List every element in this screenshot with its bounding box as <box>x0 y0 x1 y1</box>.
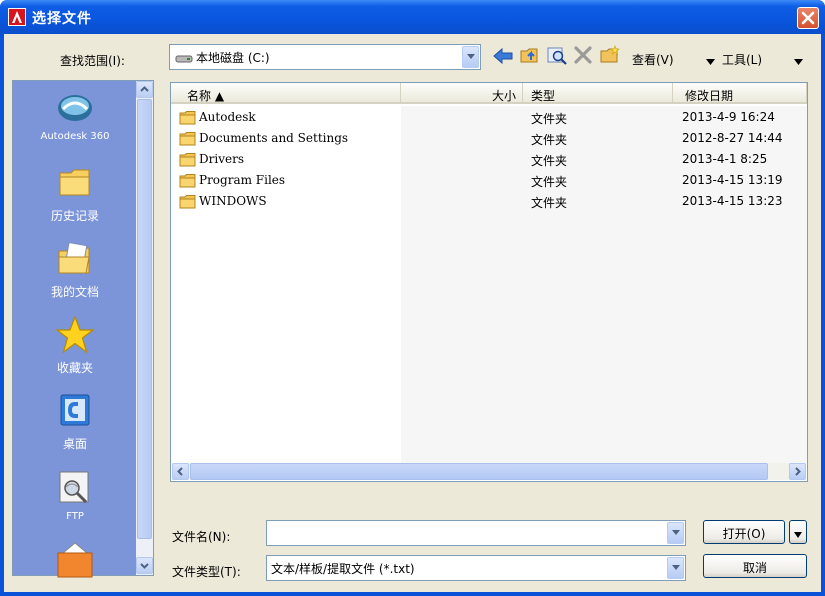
table-row[interactable]: Autodesk 文件夹 2013-4-9 16:24 <box>171 107 807 128</box>
desktop-icon <box>55 391 95 431</box>
place-label: 历史记录 <box>50 209 99 223</box>
place-label: FTP <box>66 511 84 522</box>
folder-icon <box>179 111 197 125</box>
place-ftp[interactable]: FTP <box>13 467 137 522</box>
places-scrollbar[interactable] <box>136 81 153 575</box>
file-modified: 2013-4-15 13:19 <box>682 173 783 187</box>
file-type: 文件夹 <box>531 196 568 210</box>
scroll-left-button[interactable] <box>172 463 189 480</box>
place-desktop[interactable]: 桌面 <box>13 391 137 452</box>
place-label: Autodesk 360 <box>40 131 110 142</box>
scroll-up-button[interactable] <box>136 81 153 98</box>
up-folder-icon[interactable] <box>519 45 541 68</box>
place-label: 我的文档 <box>50 285 99 299</box>
file-name: Documents and Settings <box>199 131 349 145</box>
folder-icon <box>179 195 197 209</box>
lookin-label: 查找范围(I): <box>60 54 125 68</box>
filename-dropdown-arrow[interactable] <box>667 522 684 544</box>
scroll-right-button[interactable] <box>789 463 806 480</box>
file-dialog-window: 选择文件 查找范围(I): 本地磁盘 (C:) 查看(V) 工具(L) Auto… <box>0 0 825 596</box>
filename-combo[interactable] <box>266 520 686 546</box>
cancel-button[interactable]: 取消 <box>703 554 807 578</box>
title-bar[interactable]: 选择文件 <box>0 0 825 34</box>
file-modified: 2013-4-1 8:25 <box>682 152 768 166</box>
place-buzzsaw[interactable] <box>13 539 137 579</box>
filename-label: 文件名(N): <box>172 530 231 544</box>
file-modified: 2012-8-27 14:44 <box>682 131 783 145</box>
chevron-down-icon <box>794 532 802 538</box>
hscroll-thumb[interactable] <box>190 463 768 480</box>
file-name: Autodesk <box>199 110 256 124</box>
file-type: 文件夹 <box>531 175 568 189</box>
folder-icon <box>55 539 95 579</box>
filetype-label: 文件类型(T): <box>172 565 241 579</box>
dialog-client-area: 查找范围(I): 本地磁盘 (C:) 查看(V) 工具(L) Autodesk … <box>4 34 821 592</box>
place-history[interactable]: 历史记录 <box>13 163 137 224</box>
file-type: 文件夹 <box>531 154 568 168</box>
filetype-value: 文本/样板/提取文件 (*.txt) <box>271 562 415 576</box>
place-label: 收藏夹 <box>56 361 93 375</box>
close-button[interactable] <box>797 7 819 29</box>
star-icon <box>55 315 95 355</box>
folder-icon <box>179 174 197 188</box>
place-autodesk-360[interactable]: Autodesk 360 <box>13 87 137 142</box>
ftp-icon <box>55 467 95 507</box>
lookin-combo[interactable]: 本地磁盘 (C:) <box>169 44 481 70</box>
lookin-dropdown-arrow[interactable] <box>462 46 479 68</box>
file-name: Program Files <box>199 173 286 187</box>
column-header-modified[interactable]: 修改日期 <box>673 83 807 104</box>
view-menu[interactable]: 查看(V) <box>632 51 674 68</box>
filetype-dropdown-arrow[interactable] <box>667 557 684 579</box>
tools-menu[interactable]: 工具(L) <box>722 51 762 68</box>
places-scroll-thumb[interactable] <box>137 99 152 539</box>
folder-icon <box>179 153 197 167</box>
drive-icon <box>175 53 193 67</box>
autocad-app-icon <box>8 8 26 26</box>
file-type: 文件夹 <box>531 133 568 147</box>
places-bar: Autodesk 360 历史记录 我的文档 收藏夹 桌面 FTP <box>12 80 154 579</box>
delete-icon[interactable] <box>573 46 593 67</box>
filetype-combo[interactable]: 文本/样板/提取文件 (*.txt) <box>266 555 686 581</box>
close-icon <box>801 11 815 25</box>
open-options-button[interactable] <box>789 520 807 544</box>
chevron-up-icon <box>140 86 149 92</box>
search-web-icon[interactable] <box>546 45 568 68</box>
cloud-icon <box>55 87 95 127</box>
table-row[interactable]: WINDOWS 文件夹 2013-4-15 13:23 <box>171 191 807 212</box>
file-name: Drivers <box>199 152 244 166</box>
window-title: 选择文件 <box>32 11 92 27</box>
file-list-view[interactable]: 名称 ▲ 大小 类型 修改日期 Autodesk 文件夹 2013-4-9 16… <box>170 82 808 482</box>
file-modified: 2013-4-15 13:23 <box>682 194 783 208</box>
chevron-left-icon <box>177 467 183 476</box>
view-dropdown-icon[interactable] <box>706 54 715 68</box>
new-folder-icon[interactable] <box>599 45 621 68</box>
open-button[interactable]: 打开(O) <box>703 520 785 544</box>
back-icon[interactable] <box>492 46 514 69</box>
tools-dropdown-icon[interactable] <box>794 54 803 68</box>
folder-icon <box>55 163 95 203</box>
place-my-documents[interactable]: 我的文档 <box>13 239 137 300</box>
chevron-right-icon <box>795 467 801 476</box>
scroll-down-button[interactable] <box>136 557 153 574</box>
file-type: 文件夹 <box>531 112 568 126</box>
lookin-value: 本地磁盘 (C:) <box>196 51 270 65</box>
place-label: 桌面 <box>62 437 87 451</box>
column-header-name[interactable]: 名称 ▲ <box>171 83 401 104</box>
column-header-size[interactable]: 大小 <box>401 83 523 104</box>
table-row[interactable]: Program Files 文件夹 2013-4-15 13:19 <box>171 170 807 191</box>
table-row[interactable]: Drivers 文件夹 2013-4-1 8:25 <box>171 149 807 170</box>
file-rows: Autodesk 文件夹 2013-4-9 16:24 Documents an… <box>171 107 807 212</box>
file-list-hscrollbar[interactable] <box>172 463 806 480</box>
place-favorites[interactable]: 收藏夹 <box>13 315 137 376</box>
file-name: WINDOWS <box>199 194 267 208</box>
folder-icon <box>179 132 197 146</box>
documents-icon <box>55 239 95 279</box>
chevron-down-icon <box>140 563 149 569</box>
column-header-type[interactable]: 类型 <box>523 83 673 104</box>
file-modified: 2013-4-9 16:24 <box>682 110 775 124</box>
table-row[interactable]: Documents and Settings 文件夹 2012-8-27 14:… <box>171 128 807 149</box>
